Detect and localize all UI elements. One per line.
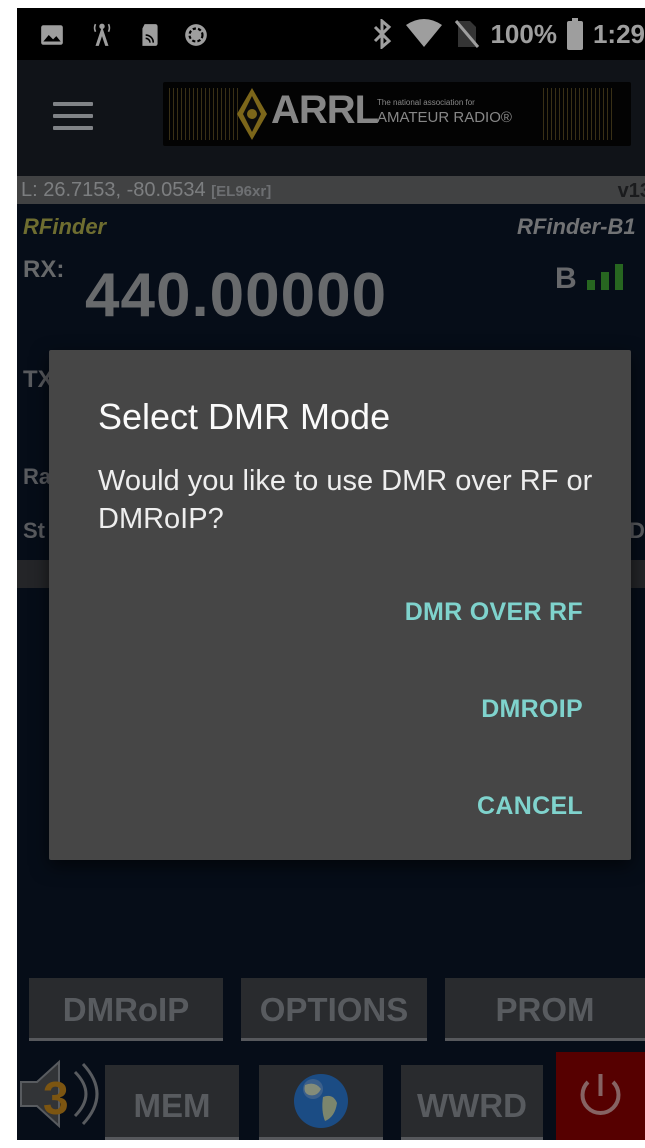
- dialog-title: Select DMR Mode: [98, 396, 391, 437]
- select-dmr-mode-dialog: Select DMR Mode Would you like to use DM…: [49, 350, 631, 860]
- dmroip-dialog-button[interactable]: DMROIP: [481, 695, 583, 724]
- dmr-over-rf-button[interactable]: DMR OVER RF: [405, 598, 583, 627]
- app-screen: 100% 1:29 ARRL The national association …: [17, 8, 645, 1140]
- cancel-button[interactable]: CANCEL: [477, 792, 583, 821]
- dialog-message: Would you like to use DMR over RF or DMR…: [98, 465, 593, 535]
